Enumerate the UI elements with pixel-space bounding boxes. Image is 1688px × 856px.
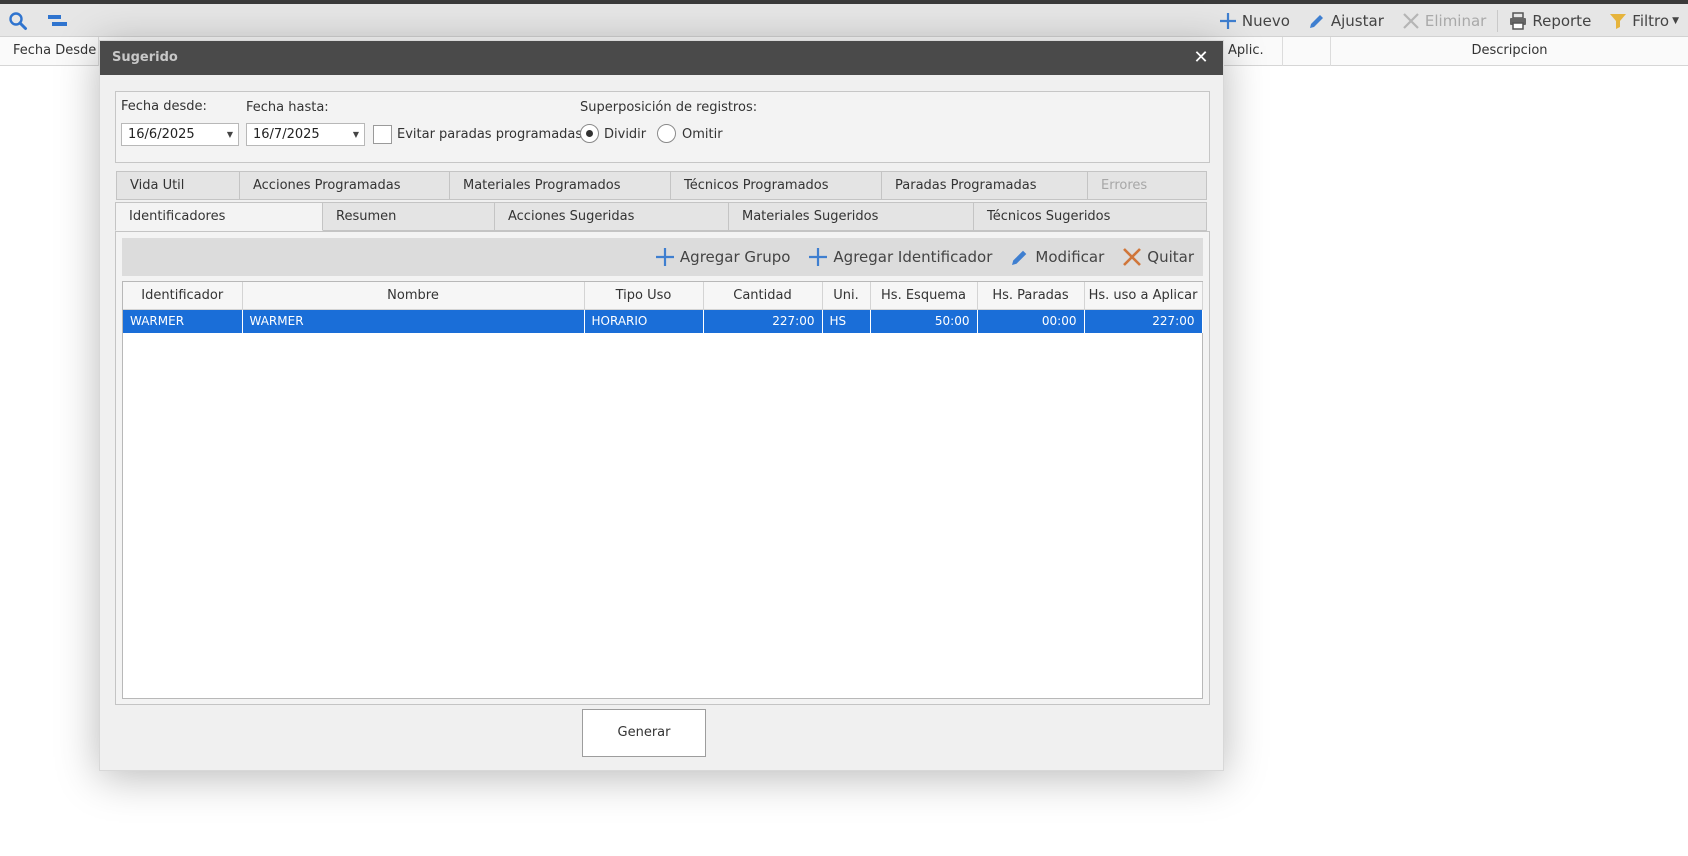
pencil-icon (1012, 250, 1027, 265)
search-icon[interactable] (8, 11, 28, 31)
cell-tipo-uso[interactable]: HORARIO (584, 309, 704, 333)
table-header-row: Identificador Nombre Tipo Uso Cantidad U… (123, 282, 1203, 310)
tab-identificadores[interactable]: Identificadores (115, 202, 323, 231)
close-icon (1123, 248, 1142, 266)
reporte-label: Reporte (1532, 11, 1592, 30)
filtro-label: Filtro (1632, 11, 1670, 30)
generar-button[interactable]: Generar (582, 709, 706, 757)
agregar-grupo-label: Agregar Grupo (679, 248, 791, 266)
plus-icon (655, 248, 674, 266)
table-row[interactable]: WARMER WARMER HORARIO 227:00 HS 50:00 00… (123, 309, 1203, 333)
close-icon[interactable]: ✕ (1191, 48, 1211, 68)
tab-tecnicos-sugeridos[interactable]: Técnicos Sugeridos (973, 202, 1207, 231)
agregar-identificador-button[interactable]: Agregar Identificador (799, 238, 1001, 276)
cell-uni[interactable]: HS (822, 309, 871, 333)
fecha-hasta-picker[interactable]: 16/7/2025 ▼ (246, 123, 365, 146)
filter-icon (1610, 13, 1627, 29)
evitar-paradas-checkbox[interactable] (373, 125, 392, 144)
tab-tecnicos-programados[interactable]: Técnicos Programados (670, 171, 882, 200)
identificadores-panel: Agregar Grupo Agregar Identificador Modi… (115, 231, 1210, 705)
identificadores-table: Identificador Nombre Tipo Uso Cantidad U… (122, 281, 1203, 699)
column-fecha-desde[interactable]: Fecha Desde (0, 37, 99, 66)
pencil-icon (1309, 14, 1323, 28)
nuevo-button[interactable]: Nuevo (1210, 4, 1299, 37)
omitir-label: Omitir (682, 127, 723, 142)
cell-cantidad[interactable]: 227:00 (703, 309, 823, 333)
chevron-down-icon: ▼ (226, 130, 233, 139)
toolbar-separator (1497, 9, 1499, 32)
sugerido-dialog: Sugerido ✕ Fecha desde: 16/6/2025 ▼ Fech… (99, 40, 1224, 771)
column-cantidad[interactable]: Cantidad (703, 282, 823, 310)
cell-identificador[interactable]: WARMER (123, 309, 243, 333)
dividir-label: Dividir (604, 127, 647, 142)
fecha-desde-value: 16/6/2025 (128, 127, 195, 142)
dialog-title: Sugerido (100, 41, 1223, 75)
agregar-grupo-button[interactable]: Agregar Grupo (646, 238, 800, 276)
eliminar-button[interactable]: Eliminar (1393, 4, 1495, 37)
tab-resumen[interactable]: Resumen (322, 202, 495, 231)
reporte-button[interactable]: Reporte (1500, 4, 1600, 37)
ajustar-button[interactable]: Ajustar (1299, 4, 1393, 37)
column-nombre[interactable]: Nombre (242, 282, 585, 310)
fecha-hasta-value: 16/7/2025 (253, 127, 320, 142)
filters-panel: Fecha desde: 16/6/2025 ▼ Fecha hasta: 16… (115, 91, 1210, 163)
filtro-button[interactable]: Filtro ▼ (1600, 4, 1688, 37)
dividir-radio[interactable] (580, 124, 599, 143)
column-tipo-uso[interactable]: Tipo Uso (584, 282, 704, 310)
column-aplic[interactable]: Aplic. (1224, 37, 1283, 66)
nuevo-label: Nuevo (1241, 11, 1290, 30)
printer-icon (1510, 11, 1527, 30)
quitar-label: Quitar (1147, 248, 1194, 266)
omitir-radio[interactable] (657, 124, 676, 143)
cell-hs-paradas[interactable]: 00:00 (977, 309, 1085, 333)
fecha-desde-label: Fecha desde: (121, 99, 207, 114)
fecha-hasta-label: Fecha hasta: (246, 100, 329, 115)
superposicion-label: Superposición de registros: (580, 100, 758, 115)
tab-materiales-sugeridos[interactable]: Materiales Sugeridos (728, 202, 974, 231)
tab-errores[interactable]: Errores (1087, 171, 1207, 200)
column-descripcion[interactable]: Descripcion (1331, 37, 1688, 66)
quitar-button[interactable]: Quitar (1113, 238, 1203, 276)
column-identificador[interactable]: Identificador (123, 282, 243, 310)
plus-icon (1219, 12, 1236, 29)
column-hs-uso-aplicar[interactable]: Hs. uso a Aplicar (1084, 282, 1203, 310)
identificadores-toolbar: Agregar Grupo Agregar Identificador Modi… (122, 238, 1203, 276)
main-toolbar: Nuevo Ajustar Eliminar Reporte Filtro ▼ (0, 4, 1688, 37)
fecha-desde-picker[interactable]: 16/6/2025 ▼ (121, 123, 239, 146)
cell-nombre[interactable]: WARMER (242, 309, 585, 333)
modificar-button[interactable]: Modificar (1001, 238, 1113, 276)
column-hs-esquema[interactable]: Hs. Esquema (870, 282, 978, 310)
column-uni[interactable]: Uni. (822, 282, 871, 310)
cell-hs-esquema[interactable]: 50:00 (870, 309, 978, 333)
modificar-label: Modificar (1035, 248, 1105, 266)
agregar-identificador-label: Agregar Identificador (833, 248, 993, 266)
close-icon (1403, 12, 1419, 29)
ajustar-label: Ajustar (1330, 11, 1384, 30)
chevron-down-icon: ▼ (1672, 15, 1679, 26)
chevron-down-icon: ▼ (352, 130, 359, 139)
gantt-icon[interactable] (47, 11, 67, 31)
column-hs-paradas[interactable]: Hs. Paradas (977, 282, 1085, 310)
eliminar-label: Eliminar (1424, 11, 1487, 30)
tab-materiales-programados[interactable]: Materiales Programados (449, 171, 671, 200)
tab-paradas-programadas[interactable]: Paradas Programadas (881, 171, 1088, 200)
tab-acciones-programadas[interactable]: Acciones Programadas (239, 171, 450, 200)
tab-vida-util[interactable]: Vida Util (116, 171, 240, 200)
cell-hs-uso-aplicar[interactable]: 227:00 (1084, 309, 1203, 333)
tab-acciones-sugeridas[interactable]: Acciones Sugeridas (494, 202, 729, 231)
evitar-paradas-label: Evitar paradas programadas (397, 127, 583, 142)
column-blank[interactable] (1283, 37, 1331, 66)
plus-icon (809, 248, 828, 266)
